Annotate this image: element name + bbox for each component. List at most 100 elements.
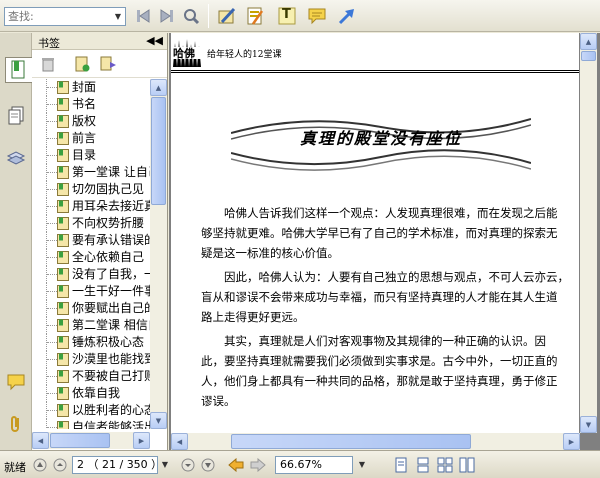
- find-combobox[interactable]: ▼: [4, 7, 126, 26]
- scroll-thumb[interactable]: [581, 51, 596, 61]
- back-icon[interactable]: [228, 457, 244, 473]
- tree-connector: [46, 419, 57, 429]
- bookmark-label: 没有了自我，一切皆空: [72, 267, 150, 281]
- edit-text-icon[interactable]: [216, 5, 238, 27]
- bookmark-item[interactable]: 依靠自我: [32, 385, 150, 402]
- next-result-icon[interactable]: [156, 5, 178, 27]
- tree-connector: [46, 266, 57, 283]
- bookmark-icon: [57, 421, 69, 429]
- paragraph-line: 哈佛人告诉我们这样一个观点：人发现真理很难，而在发现之后能: [224, 206, 558, 220]
- highlight-icon[interactable]: [244, 5, 266, 27]
- bookmark-item[interactable]: 不要被自己打败: [32, 368, 150, 385]
- prev-result-icon[interactable]: [132, 5, 154, 27]
- comments-tab-icon[interactable]: [4, 369, 28, 395]
- scroll-down-icon[interactable]: ▼: [150, 412, 167, 429]
- bookmarks-tab-icon[interactable]: [5, 57, 32, 83]
- bookmark-item[interactable]: 一生干好一件事: [32, 283, 150, 300]
- tree-connector: [46, 385, 57, 402]
- text-tool-icon[interactable]: T: [276, 5, 298, 27]
- bookmark-item[interactable]: 不向权势折腰: [32, 215, 150, 232]
- document-vertical-scrollbar[interactable]: ▲ ▼: [580, 33, 597, 433]
- bookmark-item[interactable]: 没有了自我，一切皆空: [32, 266, 150, 283]
- first-page-icon[interactable]: [32, 457, 48, 473]
- page-number-field[interactable]: 2 （ 21 / 350 ）: [72, 456, 162, 474]
- bookmark-label: 前言: [72, 131, 97, 145]
- bookmark-item[interactable]: 自信者能够活出: [32, 419, 150, 429]
- chevron-down-icon[interactable]: ▼: [111, 8, 125, 25]
- scroll-thumb[interactable]: [50, 433, 110, 448]
- bookmark-item[interactable]: 前言: [32, 130, 150, 147]
- scroll-right-icon[interactable]: ▶: [563, 433, 580, 450]
- tree-connector: [46, 181, 57, 198]
- paragraph-line: 路上走得更好更远。: [201, 310, 305, 324]
- continuous-facing-view-icon[interactable]: [459, 457, 475, 473]
- bookmark-icon: [57, 353, 69, 366]
- paragraph-line: 人，他们身上都具有一种共同的品格，那就是敢于坚持真理，勇于修正: [201, 374, 558, 388]
- single-page-view-icon[interactable]: [393, 457, 409, 473]
- scroll-right-icon[interactable]: ▶: [133, 432, 150, 449]
- bookmark-label: 目录: [72, 148, 97, 162]
- bookmark-item[interactable]: 目录: [32, 147, 150, 164]
- bookmarks-panel-title: 书签: [38, 37, 60, 50]
- paragraph-line: 盲从和谬误不会带来成功与幸福，而只有坚持真理的人才能在其人生道: [201, 290, 558, 304]
- zoom-field[interactable]: 66.67%: [275, 456, 353, 474]
- bookmarks-vertical-scrollbar[interactable]: ▲ ▼: [150, 79, 167, 429]
- bookmark-item[interactable]: 版权: [32, 113, 150, 130]
- bookmark-item[interactable]: 你要赋出自己的: [32, 300, 150, 317]
- last-page-icon[interactable]: [200, 457, 216, 473]
- bookmark-item[interactable]: 用耳朵去接近真理: [32, 198, 150, 215]
- tree-connector: [46, 249, 57, 266]
- tree-connector: [46, 232, 57, 249]
- scroll-down-icon[interactable]: ▼: [580, 416, 597, 433]
- bookmark-options-icon[interactable]: [98, 54, 118, 74]
- paragraph-line: 其实，真理就是人们对客观事物及其规律的一种正确的认识。因: [224, 334, 546, 348]
- chevron-down-icon[interactable]: ▼: [355, 457, 369, 473]
- collapse-panel-icon[interactable]: ◀◀: [146, 34, 163, 47]
- bookmark-label: 不向权势折腰: [72, 216, 145, 230]
- bookmark-item[interactable]: 锤炼积极心态: [32, 334, 150, 351]
- bookmark-label: 沙漠里也能找到: [72, 352, 150, 366]
- bookmark-item[interactable]: 全心依赖自己: [32, 249, 150, 266]
- tree-connector: [46, 198, 57, 215]
- bookmark-item[interactable]: 切勿固执己见: [32, 181, 150, 198]
- forward-icon[interactable]: [250, 457, 266, 473]
- previous-page-icon[interactable]: [52, 457, 68, 473]
- facing-view-icon[interactable]: [437, 457, 453, 473]
- bookmark-label: 版权: [72, 114, 97, 128]
- bookmark-item[interactable]: 沙漠里也能找到: [32, 351, 150, 368]
- layers-tab-icon[interactable]: [4, 145, 28, 171]
- status-bar: 就绪 2 （ 21 / 350 ） ▼ 66.67% ▼: [0, 450, 600, 478]
- scroll-up-icon[interactable]: ▲: [580, 33, 597, 50]
- bookmark-item[interactable]: 要有承认错误的勇气: [32, 232, 150, 249]
- header-logo: 哈佛: [173, 47, 195, 60]
- bookmark-label: 封面: [72, 80, 97, 94]
- bookmark-item[interactable]: 以胜利者的心态: [32, 402, 150, 419]
- delete-bookmark-icon[interactable]: [38, 54, 58, 74]
- find-input[interactable]: [5, 8, 109, 25]
- continuous-view-icon[interactable]: [415, 457, 431, 473]
- chevron-down-icon[interactable]: ▼: [158, 457, 172, 473]
- bookmark-icon: [57, 81, 69, 94]
- pages-tab-icon[interactable]: [4, 103, 28, 129]
- bookmark-icon: [57, 98, 69, 111]
- tree-connector: [46, 215, 57, 232]
- bookmark-item[interactable]: 第一堂课 让自己成为主宰: [32, 164, 150, 181]
- arrow-icon[interactable]: [336, 5, 358, 27]
- scroll-left-icon[interactable]: ◀: [171, 433, 188, 450]
- bookmark-item[interactable]: 第二堂课 相信自己: [32, 317, 150, 334]
- bookmark-item[interactable]: 书名: [32, 96, 150, 113]
- next-page-icon[interactable]: [180, 457, 196, 473]
- bookmarks-horizontal-scrollbar[interactable]: ◀ ▶: [32, 432, 150, 449]
- new-bookmark-icon[interactable]: [72, 54, 92, 74]
- scroll-up-icon[interactable]: ▲: [150, 79, 167, 96]
- scroll-left-icon[interactable]: ◀: [32, 432, 49, 449]
- paragraph-line: 因此，哈佛人认为：人要有自己独立的思想与观点，不可人云亦云，: [224, 270, 569, 284]
- scroll-thumb[interactable]: [151, 97, 166, 205]
- bookmark-item[interactable]: 封面: [32, 79, 150, 96]
- search-icon[interactable]: [180, 5, 202, 27]
- document-horizontal-scrollbar[interactable]: ◀ ▶: [171, 433, 580, 450]
- comment-icon[interactable]: [306, 5, 328, 27]
- bookmark-icon: [57, 166, 69, 179]
- scroll-thumb[interactable]: [231, 434, 471, 449]
- attachment-icon[interactable]: [4, 411, 28, 437]
